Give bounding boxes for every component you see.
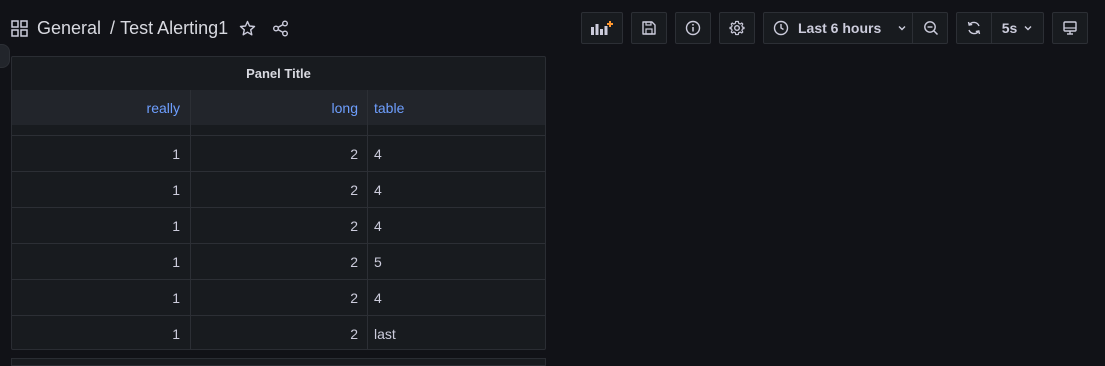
dashboard-settings-button[interactable]: [719, 12, 755, 44]
table-header: really long table: [12, 90, 545, 125]
star-icon[interactable]: [239, 20, 256, 37]
time-range-picker: Last 6 hours: [763, 12, 948, 44]
column-header-long[interactable]: long: [190, 90, 368, 125]
table-cell: 2: [350, 145, 358, 162]
table-cell: 2: [350, 289, 358, 306]
zoom-out-icon: [923, 21, 938, 36]
add-panel-icon: [591, 21, 613, 35]
panel-title[interactable]: Panel Title: [12, 57, 545, 90]
time-range-label: Last 6 hours: [798, 20, 882, 36]
column-header-really[interactable]: really: [12, 90, 190, 125]
table-cell: 4: [374, 181, 382, 198]
breadcrumb: General / Test Alerting1: [11, 16, 289, 40]
refresh-picker: 5s: [956, 12, 1044, 44]
tv-mode-button[interactable]: [1052, 12, 1088, 44]
refresh-interval-dropdown[interactable]: 5s: [992, 13, 1043, 43]
table-cell: 4: [374, 217, 382, 234]
info-icon: [685, 20, 701, 36]
table-cell: 2: [350, 253, 358, 270]
zoom-out-button[interactable]: [913, 13, 948, 43]
table-cell: last: [374, 325, 396, 342]
table-cell: [368, 125, 545, 135]
chevron-down-icon: [1024, 26, 1032, 31]
breadcrumb-folder-link[interactable]: General: [37, 18, 101, 39]
refresh-button[interactable]: [957, 13, 991, 43]
next-panel-edge: [11, 358, 546, 366]
table-cell: 2: [350, 217, 358, 234]
dashboard-title[interactable]: Test Alerting1: [120, 18, 228, 39]
table-cell: 1: [172, 253, 180, 270]
table-cell: 1: [172, 181, 180, 198]
column-header-table[interactable]: table: [368, 90, 545, 125]
add-panel-button[interactable]: [581, 12, 623, 44]
table-cell: 5: [374, 253, 382, 270]
share-icon[interactable]: [272, 20, 289, 37]
table-cell: 1: [172, 217, 180, 234]
dashboard-info-button[interactable]: [675, 12, 711, 44]
sidemenu-toggle-handle[interactable]: [0, 44, 10, 68]
breadcrumb-separator: /: [110, 17, 116, 38]
table-cell: 4: [374, 145, 382, 162]
refresh-interval-label: 5s: [1001, 20, 1018, 36]
gear-icon: [729, 20, 745, 36]
table-cell: 2: [350, 181, 358, 198]
save-icon: [642, 21, 656, 35]
top-navbar: General / Test Alerting1 Last 6 hours 5s: [0, 0, 1105, 56]
table-cell: 1: [172, 289, 180, 306]
table-panel: Panel Title really long table 1 2 4 1 2 …: [11, 56, 546, 350]
chevron-down-icon: [898, 26, 906, 31]
table-cell: 2: [350, 325, 358, 342]
time-range-button[interactable]: Last 6 hours: [764, 13, 913, 43]
dashboard-grid-icon[interactable]: [11, 19, 28, 37]
refresh-icon: [967, 21, 981, 35]
clock-icon: [773, 20, 789, 36]
table-cell: 1: [172, 145, 180, 162]
table-cell: 1: [172, 325, 180, 342]
table-cell: [190, 125, 368, 135]
table-cell: [12, 125, 190, 135]
save-dashboard-button[interactable]: [631, 12, 667, 44]
table-cell: 4: [374, 289, 382, 306]
tv-monitor-icon: [1063, 21, 1077, 35]
